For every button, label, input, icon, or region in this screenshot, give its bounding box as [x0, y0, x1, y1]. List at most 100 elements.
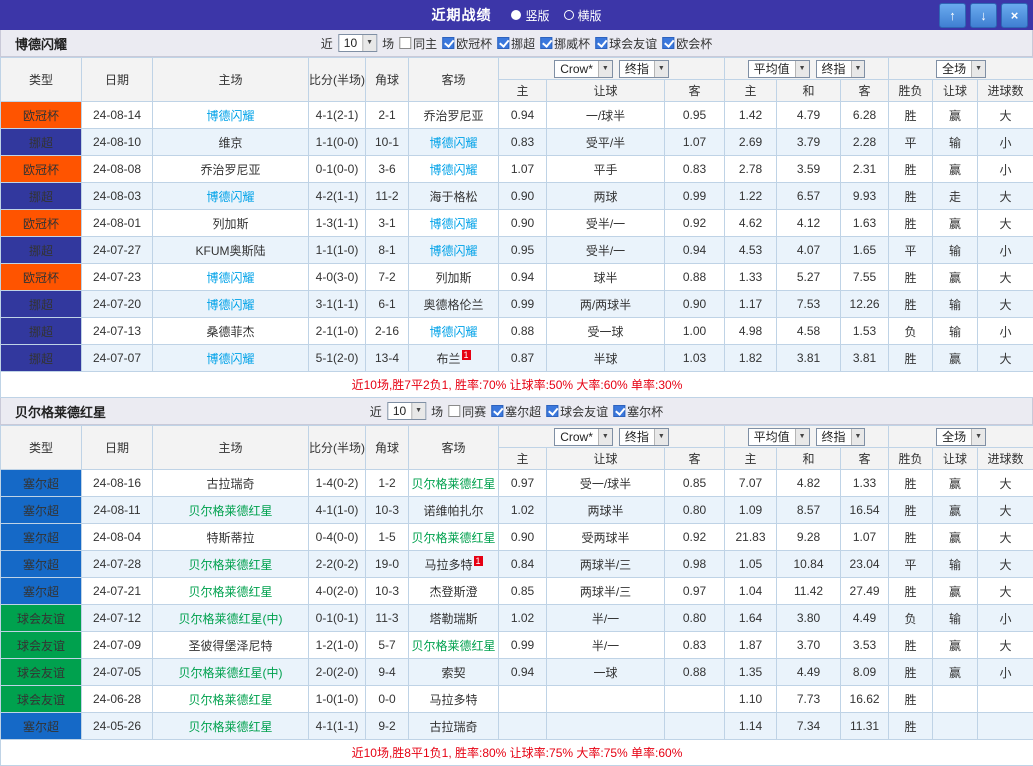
- team-name-link[interactable]: 古拉瑞奇: [206, 477, 254, 491]
- team-name-link[interactable]: 贝尔格莱德红星(中): [179, 612, 283, 626]
- same-venue-checkbox[interactable]: 同主: [399, 35, 437, 52]
- league-filter-checkbox[interactable]: 挪超: [497, 35, 535, 52]
- team-name-link[interactable]: 贝尔格莱德红星: [188, 558, 272, 572]
- away-team: 索契: [409, 659, 499, 686]
- match-row: 挪超24-08-03博德闪耀4-2(1-1)11-2海于格松0.90两球0.99…: [1, 183, 1033, 210]
- team-name-link[interactable]: 圣彼得堡泽尼特: [188, 639, 272, 653]
- team-name-link[interactable]: 海于格松: [429, 190, 477, 204]
- team-name-link[interactable]: 贝尔格莱德红星: [411, 639, 495, 653]
- team-name-link[interactable]: 博德闪耀: [206, 190, 254, 204]
- match-count-select[interactable]: 10: [338, 34, 377, 52]
- checkbox-icon: [399, 37, 411, 49]
- match-date: 24-07-12: [82, 605, 153, 632]
- league-filter-checkbox[interactable]: 欧冠杯: [442, 35, 492, 52]
- league-type-badge: 球会友谊: [1, 686, 82, 713]
- result-goals: 大: [978, 632, 1033, 659]
- match-row: 挪超24-07-07博德闪耀5-1(2-0)13-4布兰10.87半球1.031…: [1, 345, 1033, 372]
- league-filter-checkbox[interactable]: 球会友谊: [546, 403, 608, 420]
- league-filter-checkbox[interactable]: 塞尔超: [491, 403, 541, 420]
- corner-score: 9-2: [366, 713, 409, 740]
- result-goals: 大: [978, 264, 1033, 291]
- corner-score: 8-1: [366, 237, 409, 264]
- home-team: 贝尔格莱德红星: [153, 578, 309, 605]
- league-filter-checkbox[interactable]: 挪威杯: [540, 35, 590, 52]
- team-name-link[interactable]: 古拉瑞奇: [429, 720, 477, 734]
- team-name-link[interactable]: 博德闪耀: [429, 163, 477, 177]
- sub-header-avg-draw: 和: [777, 80, 841, 102]
- team-name-link[interactable]: 乔治罗尼亚: [423, 109, 483, 123]
- handicap-line: [547, 713, 665, 740]
- result-winloss: 胜: [889, 686, 933, 713]
- average-select[interactable]: 平均值: [748, 428, 810, 446]
- scope-select[interactable]: 全场: [936, 428, 986, 446]
- team-name-link[interactable]: 乔治罗尼亚: [200, 163, 260, 177]
- bookmaker-select[interactable]: Crow*: [554, 428, 613, 446]
- result-winloss: 胜: [889, 183, 933, 210]
- team-name-link[interactable]: 特斯蒂拉: [206, 531, 254, 545]
- team-name-link[interactable]: 贝尔格莱德红星: [411, 531, 495, 545]
- handicap-odds-away: 1.07: [665, 129, 725, 156]
- team-name-link[interactable]: 博德闪耀: [206, 298, 254, 312]
- sub-header-avg-home: 主: [725, 448, 777, 470]
- bookmaker-select[interactable]: Crow*: [554, 60, 613, 78]
- team-name-link[interactable]: 贝尔格莱德红星: [188, 720, 272, 734]
- team-name-link[interactable]: 塔勒瑞斯: [429, 612, 477, 626]
- team-name-link[interactable]: 马拉多特: [424, 558, 472, 572]
- handicap-odds-home: 0.90: [499, 524, 547, 551]
- avg-time-select[interactable]: 终指: [816, 428, 866, 446]
- match-count-select[interactable]: 10: [387, 402, 426, 420]
- score: 1-4(0-2): [309, 470, 366, 497]
- team-name-link[interactable]: 布兰: [436, 352, 460, 366]
- team-name-link[interactable]: 博德闪耀: [206, 352, 254, 366]
- team-name-link[interactable]: 贝尔格莱德红星(中): [179, 666, 283, 680]
- col-header-home: 主场: [153, 58, 309, 102]
- team-name-link[interactable]: 杰登斯澄: [429, 585, 477, 599]
- scope-select[interactable]: 全场: [936, 60, 986, 78]
- team-name-link[interactable]: 博德闪耀: [429, 325, 477, 339]
- team-name-link[interactable]: 贝尔格莱德红星: [188, 693, 272, 707]
- avg-time-select[interactable]: 终指: [816, 60, 866, 78]
- move-up-button[interactable]: ↑: [939, 3, 966, 28]
- match-row: 塞尔超24-08-11贝尔格莱德红星4-1(1-0)10-3诺维帕扎尔1.02两…: [1, 497, 1033, 524]
- team-name-link[interactable]: 奥德格伦兰: [423, 298, 483, 312]
- team-name-link[interactable]: 博德闪耀: [206, 271, 254, 285]
- odds-time-select[interactable]: 终指: [619, 60, 669, 78]
- home-team: 圣彼得堡泽尼特: [153, 632, 309, 659]
- league-filter-checkbox[interactable]: 塞尔杯: [613, 403, 663, 420]
- team-name-link[interactable]: 博德闪耀: [429, 136, 477, 150]
- team-name-link[interactable]: KFUM奥斯陆: [196, 244, 266, 258]
- team-name-link[interactable]: 贝尔格莱德红星: [188, 504, 272, 518]
- team-name-link[interactable]: 索契: [441, 666, 465, 680]
- avg-odds-draw: 4.58: [777, 318, 841, 345]
- avg-odds-draw: 4.49: [777, 659, 841, 686]
- team-name-link[interactable]: 贝尔格莱德红星: [188, 585, 272, 599]
- team-name-link[interactable]: 诺维帕扎尔: [423, 504, 483, 518]
- team-name-link[interactable]: 贝尔格莱德红星: [411, 477, 495, 491]
- team-name-link[interactable]: 博德闪耀: [206, 109, 254, 123]
- team-name-link[interactable]: 列加斯: [212, 217, 248, 231]
- team-name-link[interactable]: 维京: [218, 136, 242, 150]
- league-filter-checkbox[interactable]: 欧会杯: [662, 35, 712, 52]
- result-goals: 大: [978, 183, 1033, 210]
- avg-odds-draw: 8.57: [777, 497, 841, 524]
- match-row: 球会友谊24-06-28贝尔格莱德红星1-0(1-0)0-0马拉多特1.107.…: [1, 686, 1033, 713]
- average-select[interactable]: 平均值: [748, 60, 810, 78]
- layout-radio-horizontal[interactable]: 横版: [564, 7, 602, 24]
- team-name-link[interactable]: 列加斯: [435, 271, 471, 285]
- col-header-home: 主场: [153, 426, 309, 470]
- result-goals: 小: [978, 318, 1033, 345]
- league-filter-checkbox[interactable]: 球会友谊: [595, 35, 657, 52]
- radio-label: 横版: [578, 7, 602, 24]
- odds-time-select[interactable]: 终指: [619, 428, 669, 446]
- same-venue-checkbox[interactable]: 同赛: [448, 403, 486, 420]
- result-winloss: 胜: [889, 578, 933, 605]
- move-down-button[interactable]: ↓: [970, 3, 997, 28]
- team-name-link[interactable]: 博德闪耀: [429, 244, 477, 258]
- layout-radio-vertical[interactable]: 竖版: [511, 7, 549, 24]
- score: 1-1(0-0): [309, 129, 366, 156]
- close-button[interactable]: ×: [1001, 3, 1028, 28]
- team-name-link[interactable]: 博德闪耀: [429, 217, 477, 231]
- home-team: 桑德菲杰: [153, 318, 309, 345]
- team-name-link[interactable]: 桑德菲杰: [206, 325, 254, 339]
- team-name-link[interactable]: 马拉多特: [429, 693, 477, 707]
